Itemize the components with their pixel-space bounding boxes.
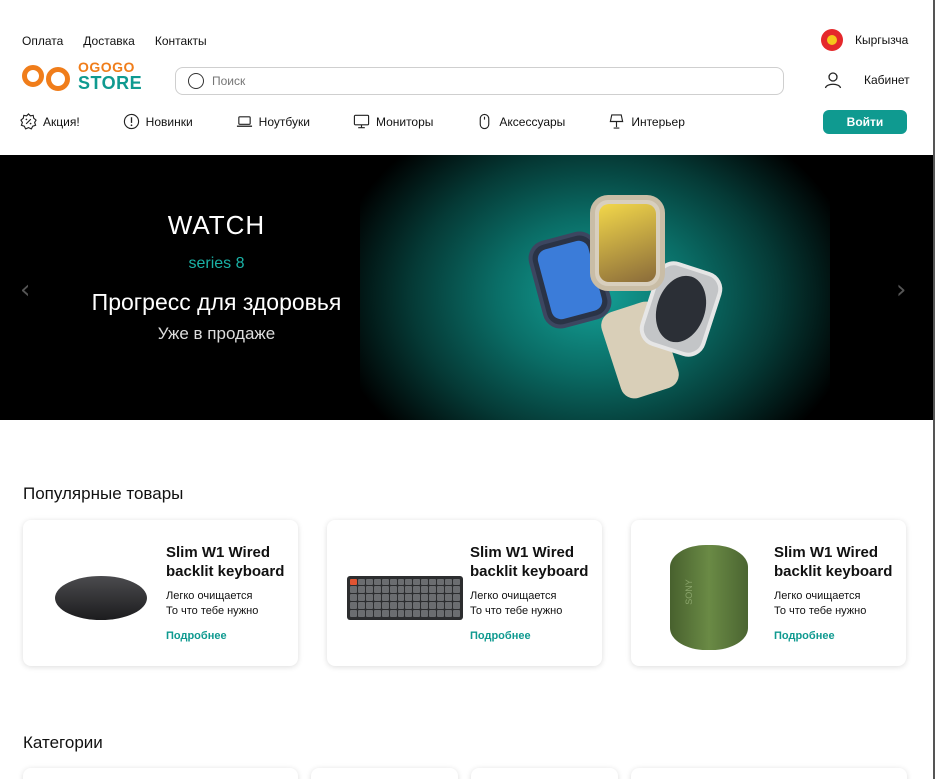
product-desc-2: То что тебе нужно <box>774 605 867 617</box>
product-card[interactable]: Slim W1 Wired backlit keyboard Легко очи… <box>631 520 906 666</box>
nav-item-monitors[interactable]: Мониторы <box>353 113 433 130</box>
nav-label: Новинки <box>145 114 193 129</box>
product-image-keyboard <box>345 550 465 645</box>
hero-title: WATCH <box>167 210 266 240</box>
product-desc-2: То что тебе нужно <box>470 605 563 617</box>
nav-item-laptops[interactable]: Ноутбуки <box>236 113 310 130</box>
product-card[interactable]: Slim W1 Wired backlit keyboard Легко очи… <box>327 520 602 666</box>
category-card[interactable] <box>23 768 298 779</box>
product-desc-1: Легко очищается <box>166 590 253 602</box>
logo-mark-icon <box>22 61 70 91</box>
nav-item-interior[interactable]: Интерьер <box>608 113 685 130</box>
link-contacts[interactable]: Контакты <box>155 34 207 48</box>
product-details-link[interactable]: Подробнее <box>470 630 531 642</box>
cabinet-label: Кабинет <box>864 73 910 87</box>
product-desc-1: Легко очищается <box>774 590 861 602</box>
popular-section-title: Популярные товары <box>23 484 184 503</box>
search-bar[interactable] <box>175 67 784 95</box>
link-delivery[interactable]: Доставка <box>83 34 135 48</box>
product-title: Slim W1 Wired backlit keyboard <box>166 544 285 580</box>
login-button[interactable]: Войти <box>823 110 907 134</box>
nav-item-promo[interactable]: Акция! <box>20 113 80 130</box>
cabinet-link[interactable]: Кабинет <box>824 71 910 89</box>
promo-badge-icon <box>20 113 37 130</box>
hero-tagline: Уже в продаже <box>157 324 276 343</box>
hero-headline: Прогресс для здоровья <box>91 289 342 315</box>
category-card[interactable] <box>311 768 458 779</box>
link-payment[interactable]: Оплата <box>22 34 63 48</box>
search-input[interactable] <box>212 74 752 88</box>
search-icon <box>188 73 204 89</box>
logo-text: OGOGO STORE <box>78 60 142 92</box>
monitor-icon <box>353 114 370 129</box>
hero-banner[interactable]: WATCH series 8 Прогресс для здоровья Уже… <box>0 155 933 420</box>
product-desc-2: То что тебе нужно <box>166 605 259 617</box>
nav-item-accessories[interactable]: Аксессуары <box>476 113 565 130</box>
lamp-icon <box>609 114 624 129</box>
product-image-mouse <box>41 550 161 645</box>
mouse-icon <box>480 113 490 130</box>
logo[interactable]: OGOGO STORE <box>22 60 142 92</box>
popular-products: Slim W1 Wired backlit keyboard Легко очи… <box>23 520 906 666</box>
laptop-icon <box>236 116 252 127</box>
watch-product-image <box>524 195 727 403</box>
nav-label: Аксессуары <box>499 114 566 129</box>
logo-line-2: STORE <box>78 73 143 93</box>
product-desc-1: Легко очищается <box>470 590 557 602</box>
category-card[interactable] <box>631 768 907 779</box>
product-title: Slim W1 Wired backlit keyboard <box>774 544 893 580</box>
categories-section-title: Категории <box>23 733 103 752</box>
language-label: Кыргызча <box>855 33 909 47</box>
chevron-left-icon[interactable]: ‹ <box>20 275 30 305</box>
logo-line-1: OGOGO <box>78 59 135 75</box>
info-icon <box>123 113 139 130</box>
chevron-right-icon[interactable]: › <box>896 275 906 305</box>
top-links: Оплата Доставка Контакты <box>22 34 207 48</box>
nav-label: Акция! <box>43 114 80 129</box>
product-details-link[interactable]: Подробнее <box>774 630 835 642</box>
user-icon <box>824 72 842 89</box>
hero-subtitle: series 8 <box>188 255 245 272</box>
category-nav: Акция! Новинки Ноутбуки Мониторы Аксессу… <box>20 113 685 130</box>
category-card[interactable] <box>471 768 618 779</box>
product-image-speaker <box>649 545 769 650</box>
product-card[interactable]: Slim W1 Wired backlit keyboard Легко очи… <box>23 520 298 666</box>
product-title: Slim W1 Wired backlit keyboard <box>470 544 589 580</box>
product-details-link[interactable]: Подробнее <box>166 630 227 642</box>
kyrgyz-flag-icon <box>821 29 843 51</box>
language-switcher[interactable]: Кыргызча <box>821 29 908 51</box>
header: Оплата Доставка Контакты Кыргызча OGOGO … <box>0 0 933 155</box>
nav-label: Мониторы <box>375 114 434 129</box>
nav-label: Ноутбуки <box>258 114 310 129</box>
nav-item-new[interactable]: Новинки <box>123 113 193 130</box>
nav-label: Интерьер <box>631 114 685 129</box>
